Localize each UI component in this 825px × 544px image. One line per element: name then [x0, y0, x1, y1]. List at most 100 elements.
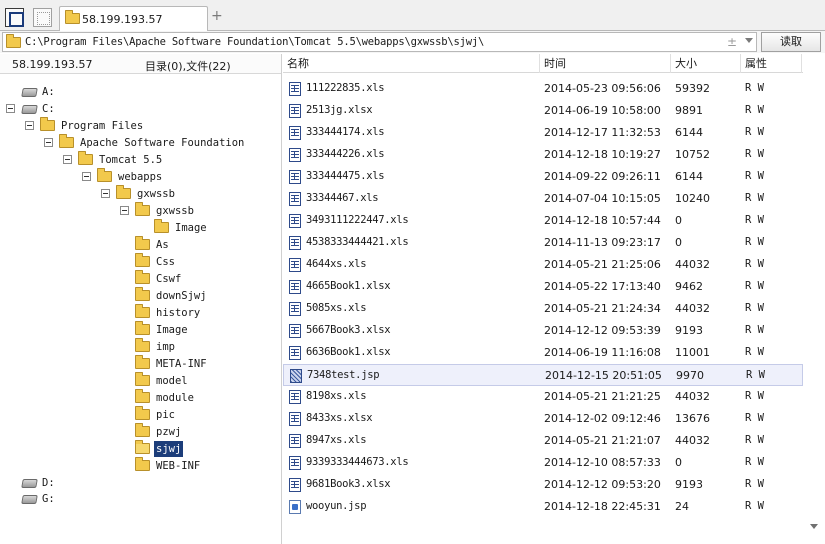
- file-row[interactable]: 8198xs.xls 2014-05-21 21:21:25 44032 R W: [283, 386, 803, 408]
- file-row[interactable]: 333444174.xls 2014-12-17 11:32:53 6144 R W: [283, 122, 803, 144]
- file-time: 2014-12-10 08:57:33: [544, 456, 661, 469]
- file-attr: R W: [745, 104, 764, 116]
- tree-node[interactable]: META-INF: [0, 355, 280, 372]
- new-window-icon[interactable]: [33, 8, 52, 27]
- tab-bar: 58.199.193.57 +: [0, 0, 825, 31]
- file-row[interactable]: 5667Book3.xlsx 2014-12-12 09:53:39 9193 R W: [283, 320, 803, 342]
- file-row[interactable]: 2513jg.xlsx 2014-06-19 10:58:00 9891 R W: [283, 100, 803, 122]
- file-row[interactable]: 111222835.xls 2014-05-23 09:56:06 59392 R W: [283, 78, 803, 100]
- spreadsheet-file-icon: [289, 412, 301, 426]
- tree-node[interactable]: pzwj: [0, 423, 280, 440]
- script-file-icon: [289, 500, 301, 514]
- file-row[interactable]: 333444226.xls 2014-12-18 10:19:27 10752 R W: [283, 144, 803, 166]
- collapse-icon[interactable]: [44, 138, 53, 147]
- tree-node[interactable]: gxwssb: [0, 202, 280, 219]
- tree-node[interactable]: gxwssb: [0, 185, 280, 202]
- file-attr: R W: [745, 412, 764, 424]
- panel-toggle-icon[interactable]: [5, 8, 24, 27]
- tree-node[interactable]: downSjwj: [0, 287, 280, 304]
- tree-node[interactable]: Cswf: [0, 270, 280, 287]
- file-row[interactable]: 4644xs.xls 2014-05-21 21:25:06 44032 R W: [283, 254, 803, 276]
- plus-minus-icon[interactable]: ±: [727, 35, 737, 49]
- file-row[interactable]: 9681Book3.xlsx 2014-12-12 09:53:20 9193 R W: [283, 474, 803, 496]
- folder-icon: [135, 423, 150, 437]
- collapse-icon[interactable]: [25, 121, 34, 130]
- tree-node[interactable]: Css: [0, 253, 280, 270]
- file-row[interactable]: 3493111222447.xls 2014-12-18 10:57:44 0 R W: [283, 210, 803, 232]
- file-row[interactable]: 4665Book1.xlsx 2014-05-22 17:13:40 9462 R W: [283, 276, 803, 298]
- drive-icon: [21, 477, 38, 488]
- spreadsheet-file-icon: [289, 478, 301, 492]
- tree-node-label: sjwj: [154, 441, 184, 457]
- file-size: 0: [675, 456, 682, 469]
- column-attr[interactable]: 属性: [741, 54, 802, 73]
- file-row[interactable]: wooyun.jsp 2014-12-18 22:45:31 24 R W: [283, 496, 803, 518]
- file-time: 2014-12-18 22:45:31: [544, 500, 661, 513]
- tree-node[interactable]: Tomcat 5.5: [0, 151, 280, 168]
- column-name[interactable]: 名称: [283, 54, 540, 73]
- tree-node[interactable]: imp: [0, 338, 280, 355]
- tree-node[interactable]: WEB-INF: [0, 457, 280, 474]
- host-label: 58.199.193.57: [12, 58, 93, 71]
- vertical-scrollbar[interactable]: [803, 73, 825, 544]
- tree-node[interactable]: As: [0, 236, 280, 253]
- file-row[interactable]: 7348test.jsp 2014-12-15 20:51:05 9970 R W: [283, 364, 803, 386]
- collapse-icon[interactable]: [63, 155, 72, 164]
- column-header: 名称 时间 大小 属性: [283, 54, 803, 73]
- tree-node-label: WEB-INF: [156, 460, 201, 472]
- tree-node[interactable]: Image: [0, 321, 280, 338]
- file-row[interactable]: 9339333444673.xls 2014-12-10 08:57:33 0 R W: [283, 452, 803, 474]
- file-size: 44032: [675, 258, 710, 271]
- column-size[interactable]: 大小: [671, 54, 741, 73]
- add-tab-button[interactable]: +: [211, 8, 223, 24]
- folder-icon: [135, 338, 150, 352]
- file-time: 2014-12-12 09:53:39: [544, 324, 661, 337]
- spreadsheet-file-icon: [289, 104, 301, 118]
- tree-node[interactable]: model: [0, 372, 280, 389]
- tree-node[interactable]: module: [0, 389, 280, 406]
- tree-node[interactable]: C:: [0, 101, 280, 117]
- scroll-down-icon[interactable]: [810, 524, 818, 529]
- tree-node[interactable]: webapps: [0, 168, 280, 185]
- file-row[interactable]: 8433xs.xlsx 2014-12-02 09:12:46 13676 R W: [283, 408, 803, 430]
- tree-node[interactable]: Image: [0, 219, 280, 236]
- file-name: 2513jg.xlsx: [306, 104, 373, 116]
- folder-icon: [97, 168, 112, 182]
- tree-node[interactable]: Apache Software Foundation: [0, 134, 280, 151]
- file-time: 2014-12-17 11:32:53: [544, 126, 661, 139]
- collapse-icon[interactable]: [82, 172, 91, 181]
- collapse-icon[interactable]: [120, 206, 129, 215]
- path-text: C:\Program Files\Apache Software Foundat…: [25, 36, 485, 48]
- file-name: 111222835.xls: [306, 82, 385, 94]
- folder-icon: [78, 151, 93, 165]
- tree-node[interactable]: history: [0, 304, 280, 321]
- folder-icon: [135, 440, 150, 454]
- tree-node[interactable]: D:: [0, 475, 280, 491]
- file-size: 9193: [675, 478, 703, 491]
- file-row[interactable]: 4538333444421.xls 2014-11-13 09:23:17 0 R W: [283, 232, 803, 254]
- file-row[interactable]: 5085xs.xls 2014-05-21 21:24:34 44032 R W: [283, 298, 803, 320]
- collapse-icon[interactable]: [101, 189, 110, 198]
- tree-node[interactable]: sjwj: [0, 440, 280, 457]
- tree-node-label: pzwj: [156, 426, 182, 438]
- file-name: 8433xs.xlsx: [306, 412, 373, 424]
- path-input[interactable]: C:\Program Files\Apache Software Foundat…: [2, 32, 757, 52]
- file-name: 333444475.xls: [306, 170, 385, 182]
- file-row[interactable]: 33344467.xls 2014-07-04 10:15:05 10240 R W: [283, 188, 803, 210]
- column-time[interactable]: 时间: [540, 54, 671, 73]
- collapse-icon[interactable]: [6, 104, 15, 113]
- file-row[interactable]: 333444475.xls 2014-09-22 09:26:11 6144 R W: [283, 166, 803, 188]
- tree-node[interactable]: A:: [0, 84, 280, 100]
- folder-icon: [135, 287, 150, 301]
- tree-node[interactable]: Program Files: [0, 117, 280, 134]
- spreadsheet-file-icon: [289, 82, 301, 96]
- file-row[interactable]: 6636Book1.xlsx 2014-06-19 11:16:08 11001 R …: [283, 342, 803, 364]
- tree-node[interactable]: G:: [0, 491, 280, 507]
- file-row[interactable]: 8947xs.xls 2014-05-21 21:21:07 44032 R W: [283, 430, 803, 452]
- tree-node-label: A:: [42, 86, 55, 98]
- tab-host[interactable]: 58.199.193.57: [59, 6, 208, 31]
- tree-node[interactable]: pic: [0, 406, 280, 423]
- read-button[interactable]: 读取: [761, 32, 821, 52]
- chevron-down-icon[interactable]: [745, 38, 753, 43]
- spreadsheet-file-icon: [289, 302, 301, 316]
